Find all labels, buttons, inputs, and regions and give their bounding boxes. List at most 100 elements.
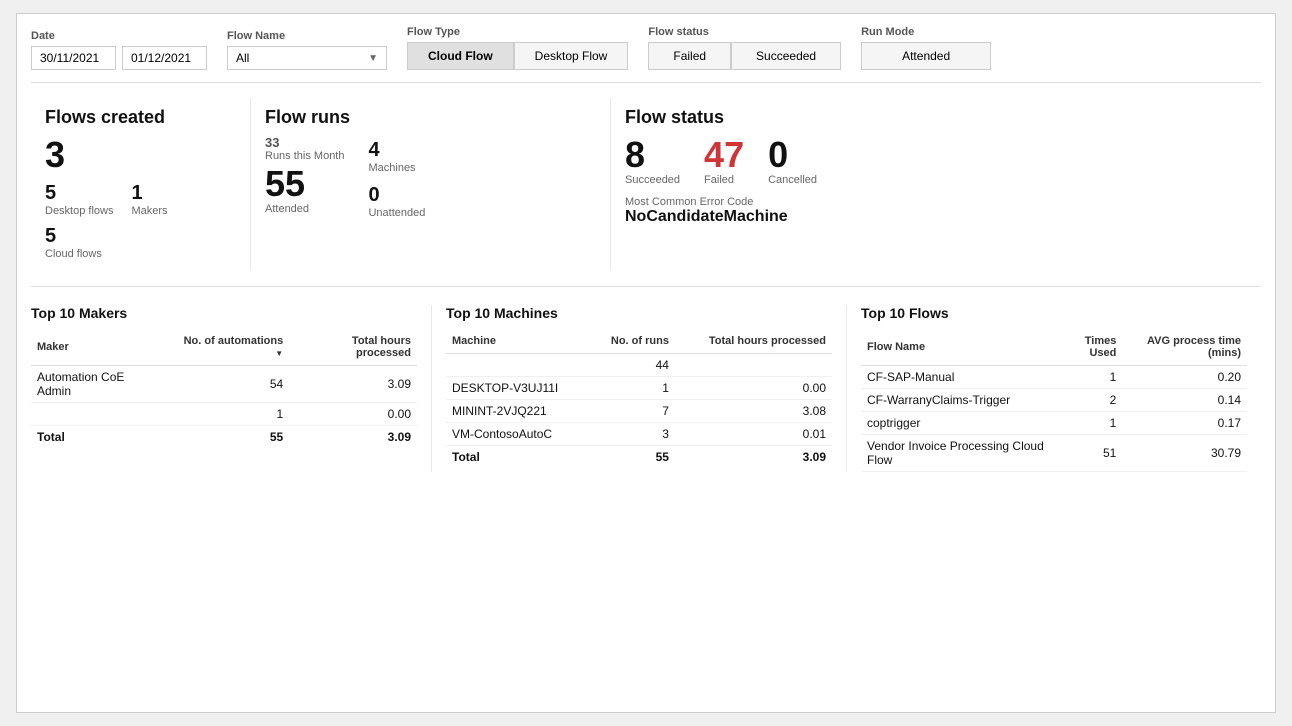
top10-makers-title: Top 10 Makers — [31, 305, 417, 321]
maker-hours: 0.00 — [289, 403, 417, 426]
flow-status-buttons: Failed Succeeded — [648, 42, 841, 70]
flows-created-card: Flows created 3 5 Desktop flows 1 Makers… — [31, 97, 251, 270]
makers-total-row: Total 55 3.09 — [31, 426, 417, 449]
makers-col-automations: No. of automations ▼ — [166, 331, 290, 366]
maker-name — [31, 403, 166, 426]
machine-name — [446, 354, 590, 377]
table-row: coptrigger 1 0.17 — [861, 412, 1247, 435]
table-row: 44 — [446, 354, 832, 377]
filters-row: Date 30/11/2021 01/12/2021 Flow Name All… — [31, 26, 1261, 83]
date-range: 30/11/2021 01/12/2021 — [31, 46, 207, 70]
top10-machines-title: Top 10 Machines — [446, 305, 832, 321]
machines-col-machine: Machine — [446, 331, 590, 354]
maker-name: Automation CoE Admin — [31, 366, 166, 403]
unattended-item: 0 Unattended — [368, 184, 425, 219]
makers-item: 1 Makers — [131, 182, 167, 217]
cancelled-label: Cancelled — [768, 174, 817, 186]
dashboard: Date 30/11/2021 01/12/2021 Flow Name All… — [16, 13, 1276, 713]
error-code-label: Most Common Error Code — [625, 196, 1247, 208]
run-mode-filter-group: Run Mode Attended — [861, 26, 991, 70]
makers-col-maker: Maker — [31, 331, 166, 366]
machine-hours: 3.08 — [675, 400, 832, 423]
date-end-input[interactable]: 01/12/2021 — [122, 46, 207, 70]
succeeded-num: 8 — [625, 135, 645, 175]
top10-flows-section: Top 10 Flows Flow Name Times Used AVG pr… — [847, 305, 1261, 472]
cloud-flow-btn[interactable]: Cloud Flow — [407, 42, 514, 70]
flow-name: CF-WarranyClaims-Trigger — [861, 389, 1055, 412]
flows-created-sub-row2: 5 Cloud flows — [45, 225, 236, 260]
machine-runs: 44 — [590, 354, 675, 377]
flow-times: 51 — [1055, 435, 1123, 472]
machine-name: DESKTOP-V3UJ11I — [446, 377, 590, 400]
machine-name: MININT-2VJQ221 — [446, 400, 590, 423]
machines-num: 4 — [368, 139, 379, 162]
top10-machines-table: Machine No. of runs Total hours processe… — [446, 331, 832, 468]
metrics-row: Flows created 3 5 Desktop flows 1 Makers… — [31, 97, 1261, 287]
machine-runs: 3 — [590, 423, 675, 446]
flows-created-value: 3 — [45, 135, 236, 175]
unattended-label: Unattended — [368, 207, 425, 219]
succeeded-item: 8 Succeeded — [625, 135, 680, 187]
maker-automations: 1 — [166, 403, 290, 426]
top10-flows-table: Flow Name Times Used AVG process time (m… — [861, 331, 1247, 472]
makers-col-hours: Total hours processed — [289, 331, 417, 366]
machines-col-hours: Total hours processed — [675, 331, 832, 354]
top10-makers-section: Top 10 Makers Maker No. of automations ▼… — [31, 305, 432, 472]
machine-hours — [675, 354, 832, 377]
makers-table-header: Maker No. of automations ▼ Total hours p… — [31, 331, 417, 366]
runs-this-month-label: Runs this Month — [265, 150, 344, 162]
tables-row: Top 10 Makers Maker No. of automations ▼… — [31, 305, 1261, 472]
makers-num: 1 — [131, 182, 142, 205]
machines-total-row: Total 55 3.09 — [446, 446, 832, 469]
error-code-value: NoCandidateMachine — [625, 208, 1247, 226]
flow-avg: 0.20 — [1122, 366, 1247, 389]
machines-table-header: Machine No. of runs Total hours processe… — [446, 331, 832, 354]
attended-label: Attended — [265, 203, 344, 215]
desktop-flow-btn[interactable]: Desktop Flow — [514, 42, 629, 70]
maker-hours: 3.09 — [289, 366, 417, 403]
failed-num: 47 — [704, 135, 744, 175]
cloud-flows-label: Cloud flows — [45, 248, 102, 260]
table-row: DESKTOP-V3UJ11I 1 0.00 — [446, 377, 832, 400]
run-mode-buttons: Attended — [861, 42, 991, 70]
flows-col-name: Flow Name — [861, 331, 1055, 366]
flow-name: Vendor Invoice Processing Cloud Flow — [861, 435, 1055, 472]
flows-table-header: Flow Name Times Used AVG process time (m… — [861, 331, 1247, 366]
machine-hours: 0.01 — [675, 423, 832, 446]
desktop-flows-item: 5 Desktop flows — [45, 182, 113, 217]
machines-label: Machines — [368, 162, 415, 174]
flows-created-title: Flows created — [45, 107, 236, 129]
unattended-num: 0 — [368, 184, 379, 207]
attended-run-mode-btn[interactable]: Attended — [861, 42, 991, 70]
succeeded-label: Succeeded — [625, 174, 680, 186]
succeeded-status-btn[interactable]: Succeeded — [731, 42, 841, 70]
maker-automations: 54 — [166, 366, 290, 403]
failed-status-btn[interactable]: Failed — [648, 42, 731, 70]
date-filter-group: Date 30/11/2021 01/12/2021 — [31, 30, 207, 70]
machines-col-runs: No. of runs — [590, 331, 675, 354]
error-code-section: Most Common Error Code NoCandidateMachin… — [625, 196, 1247, 226]
machines-total-label: Total — [446, 446, 590, 469]
flow-name-select[interactable]: All ▼ — [227, 46, 387, 70]
date-start-input[interactable]: 30/11/2021 — [31, 46, 116, 70]
desktop-flows-num: 5 — [45, 182, 56, 205]
top10-machines-section: Top 10 Machines Machine No. of runs Tota… — [432, 305, 847, 472]
machine-runs: 7 — [590, 400, 675, 423]
flow-avg: 30.79 — [1122, 435, 1247, 472]
flow-type-buttons: Cloud Flow Desktop Flow — [407, 42, 628, 70]
table-row: Vendor Invoice Processing Cloud Flow 51 … — [861, 435, 1247, 472]
machine-hours: 0.00 — [675, 377, 832, 400]
chevron-down-icon: ▼ — [368, 53, 378, 64]
runs-this-month-num: 33 — [265, 135, 344, 150]
flow-times: 2 — [1055, 389, 1123, 412]
flow-name-filter-group: Flow Name All ▼ — [227, 30, 387, 70]
failed-item: 47 Failed — [704, 135, 744, 187]
top10-makers-table: Maker No. of automations ▼ Total hours p… — [31, 331, 417, 448]
table-row: CF-SAP-Manual 1 0.20 — [861, 366, 1247, 389]
flow-avg: 0.14 — [1122, 389, 1247, 412]
machine-runs: 1 — [590, 377, 675, 400]
flow-runs-machines-group: 4 Machines 0 Unattended — [368, 139, 425, 219]
makers-total-hours: 3.09 — [289, 426, 417, 449]
flow-status-card: Flow status 8 Succeeded 47 Failed 0 Canc… — [611, 97, 1261, 270]
cloud-flows-item: 5 Cloud flows — [45, 225, 102, 260]
